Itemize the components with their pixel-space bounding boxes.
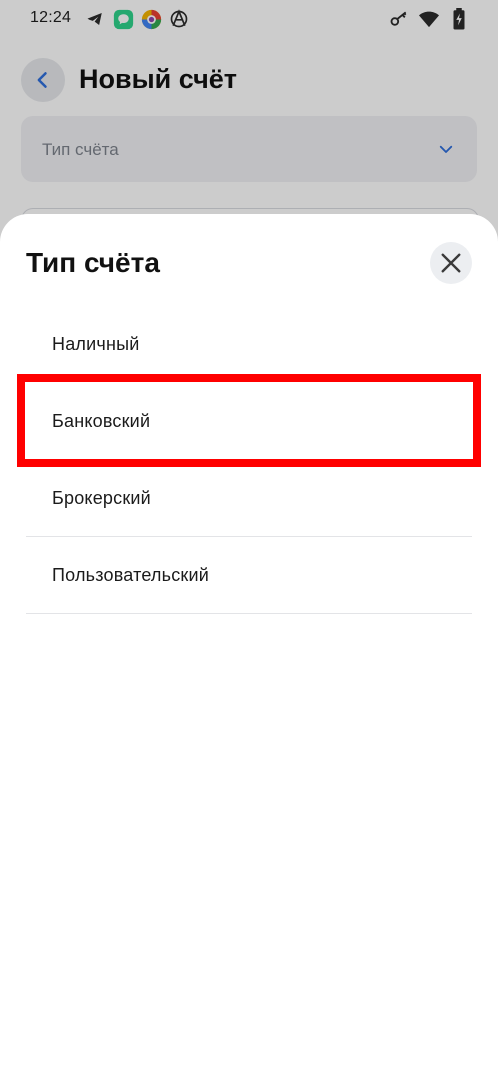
option-label: Банковский (52, 411, 151, 431)
close-icon (441, 253, 461, 273)
option-cash[interactable]: Наличный (26, 306, 472, 383)
account-type-options: Наличный Банковский Брокерский Пользоват… (26, 306, 472, 614)
option-label: Брокерский (52, 488, 151, 508)
close-button[interactable] (430, 242, 472, 284)
option-bank[interactable]: Банковский (26, 383, 472, 460)
sheet-title: Тип счёта (26, 247, 160, 278)
option-label: Пользовательский (52, 565, 209, 585)
option-custom[interactable]: Пользовательский (26, 537, 472, 614)
account-type-sheet: Тип счёта Наличный Банковский Брокерский… (0, 214, 498, 1080)
option-broker[interactable]: Брокерский (26, 460, 472, 537)
option-label: Наличный (52, 334, 140, 354)
